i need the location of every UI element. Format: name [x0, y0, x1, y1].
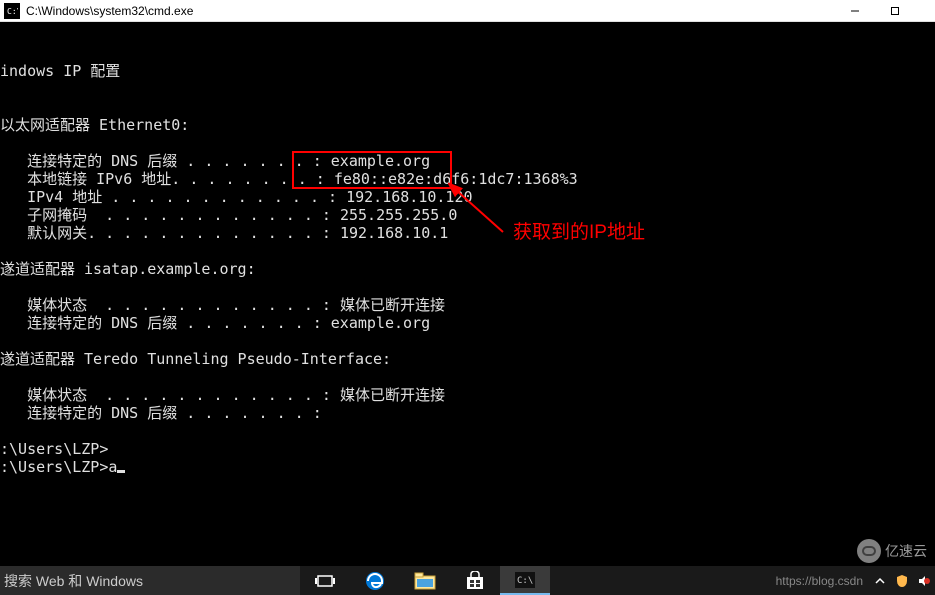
system-tray[interactable]	[869, 566, 935, 595]
search-placeholder: 搜索 Web 和 Windows	[4, 571, 143, 591]
output-line: 以太网适配器 Ethernet0:	[0, 116, 189, 134]
taskview-button[interactable]	[300, 566, 350, 595]
cmd-task-button[interactable]: C:\	[500, 566, 550, 595]
cmd-icon: C:\	[4, 3, 20, 19]
output-line: 遂道适配器 isatap.example.org:	[0, 260, 256, 278]
output-line: 连接特定的 DNS 后缀 . . . . . . . : example.org	[0, 152, 430, 170]
svg-text:C:\: C:\	[7, 7, 18, 16]
explorer-button[interactable]	[400, 566, 450, 595]
watermark-text: 亿速云	[885, 541, 927, 561]
output-line: IPv4 地址 . . . . . . . . . . . . : 192.16…	[0, 188, 473, 206]
csdn-url-text: https://blog.csdn	[776, 566, 869, 595]
watermark: 亿速云	[857, 539, 927, 563]
watermark-icon	[857, 539, 881, 563]
taskbar-spacer	[550, 566, 776, 595]
svg-text:C:\: C:\	[517, 576, 533, 586]
tray-chevron-icon[interactable]	[871, 576, 889, 586]
search-input[interactable]: 搜索 Web 和 Windows	[0, 566, 300, 595]
terminal-output[interactable]: indows IP 配置 以太网适配器 Ethernet0: 连接特定的 DNS…	[0, 22, 935, 566]
output-line: indows IP 配置	[0, 62, 120, 80]
tray-volume-icon[interactable]	[915, 574, 933, 588]
edge-button[interactable]	[350, 566, 400, 595]
window-titlebar: C:\ C:\Windows\system32\cmd.exe	[0, 0, 935, 22]
cursor-icon	[117, 470, 125, 473]
output-line: 本地链接 IPv6 地址. . . . . . . . : fe80::e82e…	[0, 170, 578, 188]
output-line: 子网掩码 . . . . . . . . . . . . : 255.255.2…	[0, 206, 457, 224]
minimize-button[interactable]	[835, 0, 875, 22]
output-line: 媒体状态 . . . . . . . . . . . . : 媒体已断开连接	[0, 386, 445, 404]
output-line: 默认网关. . . . . . . . . . . . . : 192.168.…	[0, 224, 448, 242]
maximize-button[interactable]	[875, 0, 915, 22]
tray-shield-icon[interactable]	[893, 574, 911, 588]
store-button[interactable]	[450, 566, 500, 595]
annotation-label: 获取到的IP地址	[513, 224, 645, 242]
output-line: 连接特定的 DNS 后缀 . . . . . . . :	[0, 404, 322, 422]
prompt-line: :\Users\LZP>a	[0, 458, 125, 476]
close-button[interactable]	[915, 0, 935, 22]
output-line: 连接特定的 DNS 后缀 . . . . . . . : example.org	[0, 314, 430, 332]
output-line: 媒体状态 . . . . . . . . . . . . : 媒体已断开连接	[0, 296, 445, 314]
prompt-line: :\Users\LZP>	[0, 440, 108, 458]
window-title: C:\Windows\system32\cmd.exe	[24, 4, 835, 18]
window-controls	[835, 0, 935, 22]
taskbar: 搜索 Web 和 Windows C:\ https://blog.csdn	[0, 566, 935, 595]
output-line: 遂道适配器 Teredo Tunneling Pseudo-Interface:	[0, 350, 391, 368]
